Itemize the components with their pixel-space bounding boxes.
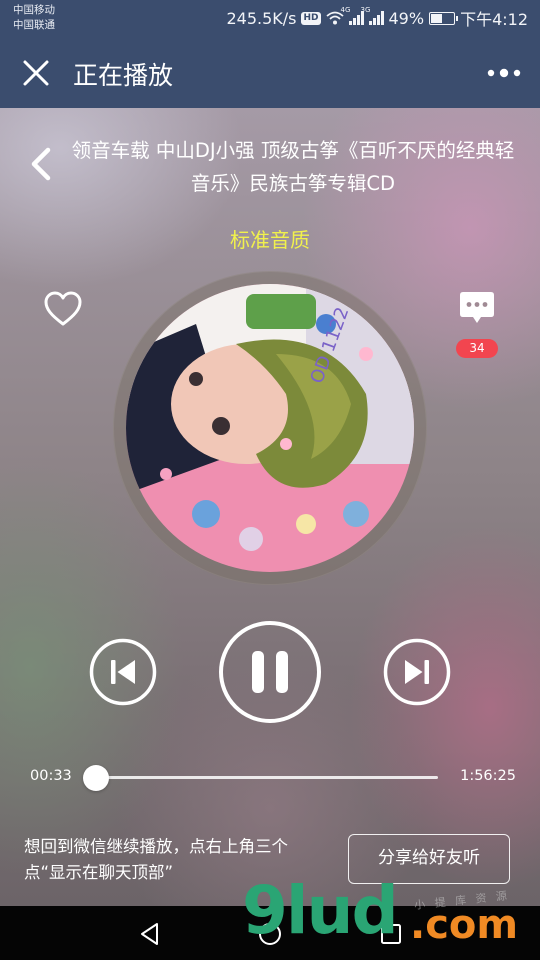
total-time: 1:56:25: [460, 768, 516, 784]
carrier-2: 中国联通: [13, 19, 55, 31]
nav-home-button[interactable]: [256, 920, 284, 948]
pause-icon: [219, 621, 321, 723]
heart-icon: [44, 291, 82, 326]
progress-track[interactable]: [82, 765, 438, 791]
square-recents-icon: [381, 924, 401, 944]
circle-home-icon: [259, 923, 281, 945]
progress-thumb[interactable]: [82, 765, 109, 791]
previous-track-button[interactable]: [89, 638, 157, 706]
nav-back-button[interactable]: [136, 920, 164, 948]
comment-icon: [460, 292, 494, 323]
album-cover-illustration: OD 1122: [126, 284, 414, 572]
skip-previous-icon: [89, 638, 157, 706]
clock: 下午4:12: [460, 10, 528, 29]
status-indicators: 245.5K/s HD 4G 3G 49% 下午4:12: [226, 6, 528, 29]
close-button[interactable]: [18, 55, 54, 91]
chevron-left-icon: [31, 147, 51, 181]
share-button[interactable]: 分享给好友听: [348, 834, 510, 884]
favorite-button[interactable]: [43, 290, 83, 328]
hint-text: 想回到微信继续播放，点右上角三个点“显示在聊天顶部”: [24, 837, 288, 882]
hd-badge: HD: [301, 11, 321, 25]
battery-icon: [429, 11, 459, 25]
triangle-back-icon: [141, 923, 158, 945]
net-speed: 245.5K/s: [226, 8, 297, 28]
page-title: 正在播放: [73, 61, 174, 90]
player-panel: 领音车载 中山DJ小强 顶级古筝《百听不厌的经典轻音乐》民族古筝专辑CD 标准音…: [0, 108, 540, 906]
quality-selector[interactable]: 标准音质: [0, 224, 540, 253]
skip-next-icon: [383, 638, 451, 706]
nav-recents-button[interactable]: [377, 920, 405, 948]
status-bar: 中国移动 中国联通 245.5K/s HD 4G 3G 49% 下午4:12: [0, 0, 540, 38]
battery-percent: 49%: [388, 8, 425, 28]
app-bar: 正在播放: [0, 38, 540, 108]
current-time: 00:33: [30, 768, 72, 784]
more-dots-icon: [487, 68, 521, 78]
back-button[interactable]: [24, 144, 60, 184]
close-icon: [23, 60, 49, 86]
album-cover-image: OD 1122: [126, 284, 414, 572]
next-track-button[interactable]: [383, 638, 451, 706]
carrier-info: 中国移动 中国联通: [13, 3, 55, 33]
signal-1-tag: 4G: [340, 6, 351, 14]
comment-count-badge: 34: [456, 339, 498, 358]
battery-fill: [431, 13, 442, 23]
more-button[interactable]: [486, 64, 522, 82]
carrier-1: 中国移动: [13, 4, 55, 16]
signal-2-tag: 3G: [360, 6, 371, 14]
comment-button[interactable]: [457, 288, 497, 328]
pause-button[interactable]: [218, 620, 322, 724]
signal-2-icon: 3G: [361, 6, 384, 25]
song-title: 领音车载 中山DJ小强 顶级古筝《百听不厌的经典轻音乐》民族古筝专辑CD: [71, 139, 515, 195]
navigation-bar: [0, 906, 540, 960]
